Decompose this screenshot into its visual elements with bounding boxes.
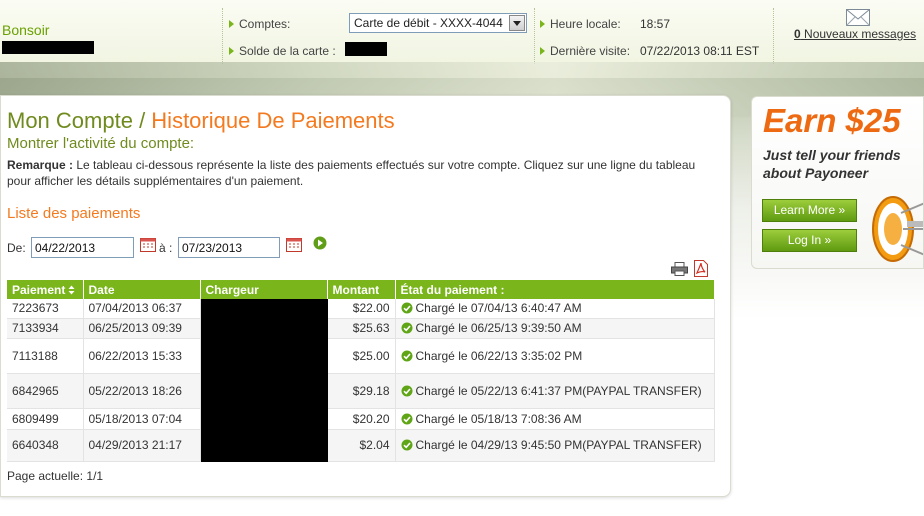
- payment-id: 7113188: [7, 338, 84, 374]
- col-header-date[interactable]: Date: [83, 280, 201, 299]
- col-header-charger[interactable]: Chargeur: [200, 280, 328, 299]
- promo-subtitle: Just tell your friends about Payoneer: [763, 147, 901, 181]
- new-messages-link[interactable]: 0 Nouveaux messages: [794, 27, 916, 41]
- header-divider: [534, 8, 535, 64]
- sort-icon[interactable]: [68, 285, 75, 295]
- print-icon[interactable]: [671, 262, 688, 276]
- charger-redacted: [200, 338, 328, 374]
- charger-redacted: [200, 318, 328, 339]
- from-date-input[interactable]: [31, 237, 134, 258]
- accounts-select-value: Carte de débit - XXXX-4044: [354, 16, 503, 30]
- payment-id: 6809499: [7, 408, 84, 430]
- payment-amount: $29.18: [327, 373, 396, 409]
- charger-redacted: [200, 408, 328, 430]
- local-time-label: Heure locale:: [540, 17, 621, 31]
- megaphone-icon: [872, 196, 923, 262]
- check-icon: [401, 350, 412, 361]
- pdf-icon[interactable]: [694, 260, 708, 277]
- table-row[interactable]: 7133934 06/25/2013 09:39 $25.63 Chargé l…: [7, 318, 715, 339]
- payment-amount: $25.00: [327, 338, 396, 374]
- payment-id: 7133934: [7, 318, 84, 339]
- payment-date: 06/22/2013 15:33: [83, 338, 201, 374]
- page-title: Mon Compte / Historique De Paiements: [7, 108, 395, 133]
- to-date-input[interactable]: [178, 237, 280, 258]
- col-header-payment[interactable]: Paiement: [7, 280, 84, 299]
- learn-more-button[interactable]: Learn More »: [762, 199, 857, 222]
- chevron-down-icon[interactable]: [509, 15, 525, 31]
- promo-title: Earn $25: [763, 102, 901, 139]
- payment-status: Chargé le 07/04/13 6:40:47 AM: [395, 299, 715, 319]
- col-header-status[interactable]: État du paiement :: [395, 280, 715, 299]
- charger-redacted: [200, 373, 328, 409]
- balance-value-redacted: [345, 42, 387, 56]
- payment-id: 7223673: [7, 299, 84, 319]
- check-icon: [401, 322, 412, 334]
- payment-date: 04/29/2013 21:17: [83, 429, 201, 462]
- check-icon: [401, 439, 412, 451]
- check-icon: [401, 302, 412, 314]
- payment-date: 06/25/2013 09:39: [83, 318, 201, 339]
- payment-status: Chargé le 05/18/13 7:08:36 AM: [395, 408, 715, 430]
- payment-status: Chargé le 06/25/13 9:39:50 AM: [395, 318, 715, 339]
- payment-date: 05/22/2013 18:26: [83, 373, 201, 409]
- check-icon: [401, 385, 412, 396]
- mail-icon[interactable]: [846, 9, 870, 26]
- accounts-label: Comptes:: [229, 17, 290, 31]
- table-row[interactable]: 6809499 05/18/2013 07:04 $20.20 Chargé l…: [7, 408, 715, 430]
- remark-text: Remarque : Le tableau ci-dessous représe…: [7, 158, 696, 188]
- payment-amount: $20.20: [327, 408, 396, 430]
- section-title: Liste des paiements: [7, 205, 141, 222]
- user-name-redacted: [2, 41, 94, 54]
- page-indicator: Page actuelle: 1/1: [7, 469, 104, 483]
- local-time-value: 18:57: [640, 17, 671, 31]
- greeting: Bonsoir: [2, 22, 50, 38]
- table-row[interactable]: 6640348 04/29/2013 21:17 $2.04 Chargé le…: [7, 429, 715, 462]
- go-arrow-icon[interactable]: [313, 236, 327, 250]
- payment-id: 6640348: [7, 429, 84, 462]
- payment-date: 05/18/2013 07:04: [83, 408, 201, 430]
- to-label: à :: [159, 241, 173, 255]
- last-visit-label: Dernière visite:: [540, 44, 630, 58]
- payment-id: 6842965: [7, 373, 84, 409]
- table-row[interactable]: 6842965 05/22/2013 18:26 $29.18 Chargé l…: [7, 373, 715, 409]
- from-label: De:: [7, 241, 26, 255]
- header-divider: [773, 8, 774, 64]
- header-divider: [222, 8, 223, 64]
- login-button[interactable]: Log In »: [762, 229, 857, 252]
- payment-amount: $25.63: [327, 318, 396, 339]
- breadcrumb-current: Historique De Paiements: [151, 108, 395, 133]
- payment-status: Chargé le 04/29/13 9:45:50 PM(PAYPAL TRA…: [395, 429, 715, 462]
- check-icon: [401, 413, 412, 424]
- payment-amount: $2.04: [327, 429, 396, 462]
- table-row[interactable]: 7113188 06/22/2013 15:33 $25.00 Chargé l…: [7, 338, 715, 374]
- page-subtitle: Montrer l'activité du compte:: [7, 135, 195, 152]
- charger-redacted: [200, 429, 328, 462]
- payment-status: Chargé le 06/22/13 3:35:02 PM: [395, 338, 715, 374]
- payment-status: Chargé le 05/22/13 6:41:37 PM(PAYPAL TRA…: [395, 373, 715, 409]
- promo-panel: Earn $25 Just tell your friends about Pa…: [751, 96, 924, 269]
- payments-table: Paiement Date Chargeur Montant État du p…: [7, 280, 715, 462]
- breadcrumb-my-account[interactable]: Mon Compte: [7, 108, 133, 133]
- messages-count: 0: [794, 27, 801, 41]
- balance-label: Solde de la carte :: [229, 44, 336, 58]
- charger-redacted: [200, 299, 328, 319]
- last-visit-value: 07/22/2013 08:11 EST: [640, 44, 760, 58]
- table-row[interactable]: 7223673 07/04/2013 06:37 $22.00 Chargé l…: [7, 299, 715, 319]
- calendar-icon[interactable]: [140, 237, 156, 252]
- payment-date: 07/04/2013 06:37: [83, 299, 201, 319]
- accounts-select[interactable]: Carte de débit - XXXX-4044: [349, 13, 527, 33]
- col-header-amount[interactable]: Montant: [327, 280, 396, 299]
- payment-amount: $22.00: [327, 299, 396, 319]
- calendar-icon[interactable]: [286, 237, 302, 252]
